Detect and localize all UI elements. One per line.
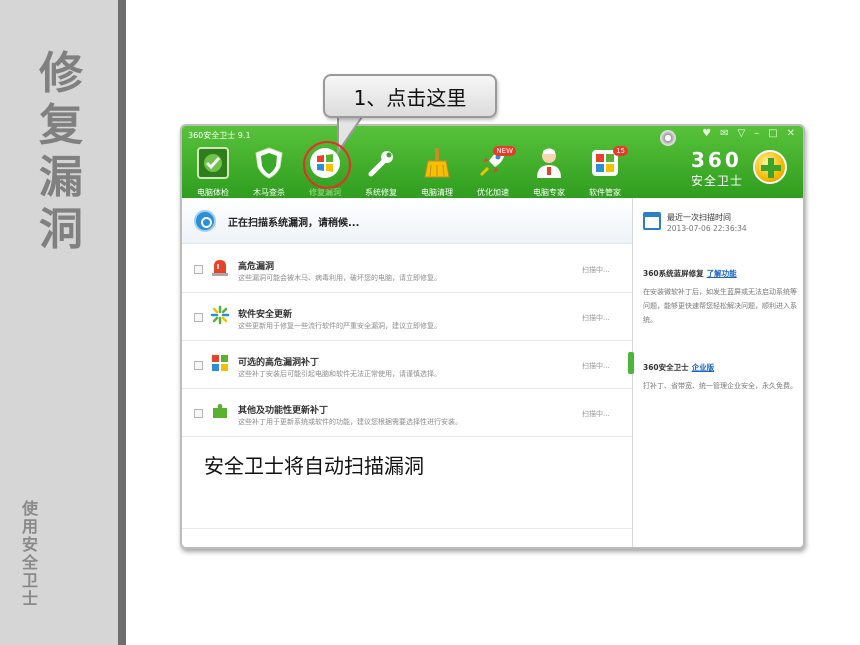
- brand-logo: 360 安全卫士: [687, 148, 797, 188]
- puzzle-icon: [213, 404, 227, 418]
- maximize-icon[interactable]: □: [768, 128, 777, 139]
- tab-pc-expert[interactable]: 电脑专家: [522, 144, 576, 198]
- doctor-icon: [532, 146, 566, 180]
- section-title-text: 360系统蓝屏修复: [643, 269, 704, 278]
- scan-panel: 正在扫描系统漏洞，请稍候... 高危漏洞 这些漏洞可能会被木马、病毒利用，破坏您…: [182, 198, 632, 547]
- row-status: 扫描中...: [582, 362, 610, 370]
- enterprise-link[interactable]: 企业版: [692, 363, 715, 372]
- enterprise-section: 360安全卫士 企业版 打补丁、省带宽、统一管理企业安全，永久免费。: [643, 362, 799, 393]
- row-description: 这些补丁用于更新系统或软件的功能，建议您根据需要选择性进行安装。: [238, 418, 462, 426]
- tab-label: 软件管家: [589, 188, 621, 197]
- row-status: 扫描中...: [582, 266, 610, 274]
- slide: 修 复 漏 洞 使 用 安 全 卫 士 1、点击这里 360安全卫士 9.1 ♥…: [0, 0, 860, 645]
- row-checkbox[interactable]: [194, 361, 203, 370]
- avatar-icon[interactable]: [660, 130, 676, 146]
- list-item[interactable]: 高危漏洞 这些漏洞可能会被木马、病毒利用，破坏您的电脑，请立即修复。 扫描中..…: [182, 245, 632, 293]
- broom-icon: [420, 146, 454, 180]
- section-title: 360安全卫士 企业版: [643, 362, 799, 373]
- plus-logo-icon: [753, 150, 787, 184]
- brand-number: 360: [691, 148, 742, 172]
- bluescreen-repair-section: 360系统蓝屏修复 了解功能 在安装微软补丁后，如发生蓝屏或无法启动系统等问题，能…: [643, 268, 799, 327]
- row-title: 软件安全更新: [238, 310, 293, 320]
- section-title: 360系统蓝屏修复 了解功能: [643, 268, 799, 279]
- row-title: 可选的高危漏洞补丁: [238, 358, 320, 368]
- row-status: 扫描中...: [582, 314, 610, 322]
- section-body: 在安装微软补丁后，如发生蓝屏或无法启动系统等问题，能够更快速帮您轻松解决问题，顺…: [643, 288, 797, 324]
- tab-label: 系统修复: [365, 188, 397, 197]
- slide-sidebar: 修 复 漏 洞 使 用 安 全 卫 士: [0, 0, 118, 645]
- calendar-icon: [643, 212, 661, 230]
- tab-label: 木马查杀: [253, 188, 285, 197]
- tab-optimize[interactable]: NEW 优化加速: [466, 144, 520, 198]
- section-title-text: 360安全卫士: [643, 363, 689, 372]
- pc-checkup-icon: [196, 146, 230, 180]
- row-description: 这些漏洞可能会被木马、病毒利用，破坏您的电脑，请立即修复。: [238, 274, 441, 282]
- tab-pc-cleanup[interactable]: 电脑清理: [410, 144, 464, 198]
- window-controls: ♥ ✉ ▽ – □ ✕: [702, 128, 795, 139]
- row-checkbox[interactable]: [194, 265, 203, 274]
- sparkle-icon: [210, 305, 230, 325]
- sidebar-divider: [118, 0, 126, 645]
- scan-status-bar: 正在扫描系统漏洞，请稍候...: [182, 198, 632, 244]
- like-icon[interactable]: ♥: [702, 128, 711, 139]
- close-icon[interactable]: ✕: [787, 128, 795, 139]
- row-description: 这些补丁安装后可能引起电脑和软件无法正常使用，请谨慎选择。: [238, 370, 441, 378]
- alarm-icon: [212, 260, 228, 276]
- app-header: 360安全卫士 9.1 ♥ ✉ ▽ – □ ✕ 电脑体检 木马查杀 修复漏洞 系…: [182, 126, 803, 198]
- last-scan-label: 最近一次扫描时间: [667, 213, 731, 222]
- list-item[interactable]: 软件安全更新 这些更新用于修复一些流行软件的严重安全漏洞，建议立即修复。 扫描中…: [182, 293, 632, 341]
- scan-panel-footer: [182, 528, 632, 547]
- callout-bubble: 1、点击这里: [323, 74, 497, 118]
- tab-label: 电脑专家: [533, 188, 565, 197]
- section-body: 打补丁、省带宽、统一管理企业安全，永久免费。: [643, 382, 797, 390]
- tab-label: 电脑体检: [197, 188, 229, 197]
- tab-pc-checkup[interactable]: 电脑体检: [186, 144, 240, 198]
- info-sidebar: 最近一次扫描时间 2013-07-06 22:36:34 360系统蓝屏修复 了解…: [628, 198, 803, 547]
- new-badge: NEW: [493, 146, 516, 156]
- list-item[interactable]: 其他及功能性更新补丁 这些补丁用于更新系统或软件的功能，建议您根据需要选择性进行…: [182, 389, 632, 437]
- annotation-caption: 安全卫士将自动扫描漏洞: [204, 454, 424, 478]
- update-count-badge: 15: [613, 146, 628, 156]
- tab-trojan-scan[interactable]: 木马查杀: [242, 144, 296, 198]
- windows-flag-icon: [212, 355, 228, 371]
- row-checkbox[interactable]: [194, 313, 203, 322]
- row-title: 其他及功能性更新补丁: [238, 406, 329, 416]
- menu-icon[interactable]: ▽: [737, 128, 745, 139]
- app-window: 360安全卫士 9.1 ♥ ✉ ▽ – □ ✕ 电脑体检 木马查杀 修复漏洞 系…: [180, 124, 805, 549]
- tab-label: 电脑清理: [421, 188, 453, 197]
- message-icon[interactable]: ✉: [720, 128, 728, 139]
- slide-title: 修 复 漏 洞: [39, 48, 83, 255]
- scan-status-text: 正在扫描系统漏洞，请稍候...: [228, 218, 360, 229]
- minimize-icon[interactable]: –: [754, 128, 759, 139]
- shield-icon: [252, 146, 286, 180]
- magnifier-icon: [194, 210, 216, 232]
- tab-software-manager[interactable]: 15 软件管家: [578, 144, 632, 198]
- tab-label: 优化加速: [477, 188, 509, 197]
- row-status: 扫描中...: [582, 410, 610, 418]
- list-item[interactable]: 可选的高危漏洞补丁 这些补丁安装后可能引起电脑和软件无法正常使用，请谨慎选择。 …: [182, 341, 632, 389]
- window-title: 360安全卫士 9.1: [188, 131, 251, 140]
- highlight-circle: [303, 141, 351, 189]
- learn-more-link[interactable]: 了解功能: [707, 269, 737, 278]
- row-description: 这些更新用于修复一些流行软件的严重安全漏洞，建议立即修复。: [238, 322, 441, 330]
- last-scan-time: 2013-07-06 22:36:34: [667, 224, 747, 233]
- collapse-handle[interactable]: [628, 352, 634, 374]
- slide-subtitle: 使 用 安 全 卫 士: [21, 499, 38, 608]
- brand-name: 安全卫士: [691, 174, 744, 188]
- row-title: 高危漏洞: [238, 262, 275, 272]
- row-checkbox[interactable]: [194, 409, 203, 418]
